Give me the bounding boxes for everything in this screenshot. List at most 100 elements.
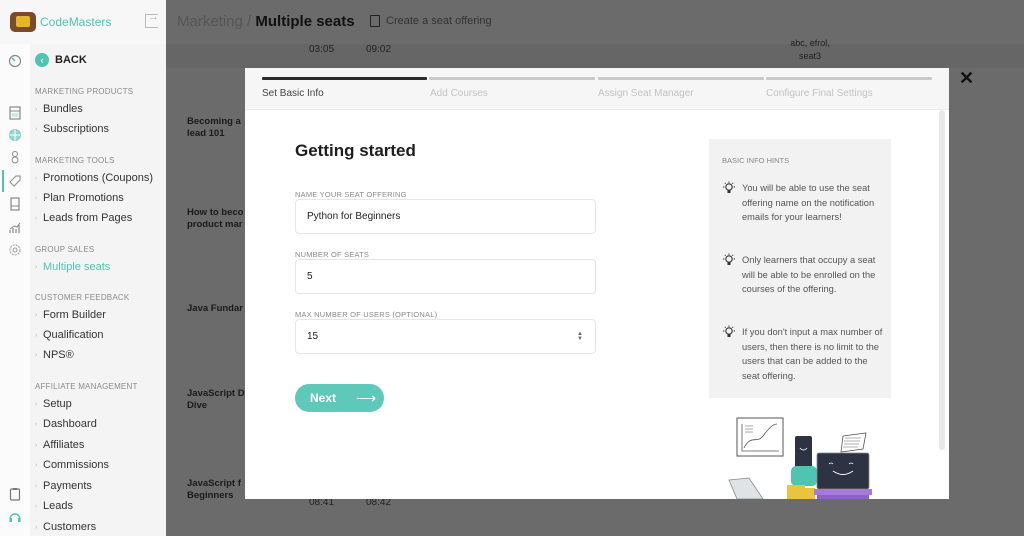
modal-scrollbar[interactable]	[939, 110, 946, 450]
bg-row-name: Java Fundar	[187, 303, 243, 314]
seat-offering-name-input[interactable]	[296, 200, 595, 233]
sidebar-item-affiliates[interactable]: › Affiliates	[35, 439, 84, 451]
bg-row-name: Dive	[187, 400, 208, 411]
brand-logo-icon	[10, 12, 36, 32]
sidebar-item-setup[interactable]: › Setup	[35, 398, 72, 410]
lightbulb-icon	[722, 181, 742, 225]
nav-label: Plan Promotions	[43, 192, 124, 204]
nav-label: Promotions (Coupons)	[43, 172, 154, 184]
create-seat-offering-link[interactable]: Create a seat offering	[370, 15, 492, 27]
lightbulb-icon	[722, 325, 742, 383]
seat-offering-name-field[interactable]	[295, 199, 596, 234]
nav-label: Commissions	[43, 459, 110, 471]
calculator-icon[interactable]	[8, 106, 22, 120]
name-field-label: NAME YOUR SEAT OFFERING	[295, 190, 407, 199]
hint-item: Only learners that occupy a seat will be…	[722, 253, 887, 297]
sidebar-item-payments[interactable]: › Payments	[35, 480, 92, 492]
lightbulb-icon	[722, 253, 742, 297]
scrollbar-thumb[interactable]	[939, 110, 945, 450]
sidebar-item-customers[interactable]: › Customers	[35, 521, 96, 533]
back-button[interactable]: ‹ BACK	[35, 53, 87, 67]
bg-row-name: lead 101	[187, 128, 225, 139]
icon-rail	[0, 0, 30, 536]
bg-row-name: product mar	[187, 219, 243, 230]
create-link-label: Create a seat offering	[386, 15, 492, 27]
bg-note: abc, efrol,	[790, 38, 830, 48]
sidebar-item-qualification[interactable]: › Qualification	[35, 329, 104, 341]
sidebar-item-bundles[interactable]: › Bundles	[35, 103, 83, 115]
bg-note: seat3	[798, 51, 822, 61]
step-assign-seat-manager[interactable]: Assign Seat Manager	[598, 77, 764, 99]
logout-icon[interactable]	[145, 11, 159, 28]
sidebar-item-nps[interactable]: › NPS®	[35, 349, 74, 361]
sidebar-item-dashboard[interactable]: › Dashboard	[35, 418, 97, 430]
globe-icon[interactable]	[8, 128, 22, 142]
bg-row-name: How to beco	[187, 207, 244, 218]
bg-row-name: JavaScript D	[187, 388, 245, 399]
step-set-basic-info[interactable]: Set Basic Info	[262, 77, 427, 99]
nav-label: Bundles	[43, 103, 83, 115]
bullet-icon: ›	[35, 331, 38, 339]
nav-label: Payments	[43, 480, 92, 492]
hints-title: BASIC INFO HINTS	[722, 156, 790, 165]
sidebar-item-multiple-seats[interactable]: › Multiple seats	[35, 261, 110, 273]
nav-label: Setup	[43, 398, 72, 410]
tablet-icon[interactable]	[8, 197, 22, 211]
table-header-strip	[166, 44, 1024, 68]
step-configure-final-settings[interactable]: Configure Final Settings	[766, 77, 932, 99]
nav-label: Subscriptions	[43, 123, 110, 135]
clipboard-icon[interactable]	[8, 487, 22, 501]
sidebar-item-form-builder[interactable]: › Form Builder	[35, 309, 106, 321]
gear-icon[interactable]	[8, 243, 22, 257]
hints-panel: BASIC INFO HINTS You will be able to use…	[709, 139, 891, 398]
number-of-seats-field[interactable]	[295, 259, 596, 294]
sidebar-item-subscriptions[interactable]: › Subscriptions	[35, 123, 109, 135]
number-of-seats-input[interactable]	[296, 260, 595, 293]
hint-item: You will be able to use the seat offerin…	[722, 181, 887, 225]
sidebar-item-leads-from-pages[interactable]: › Leads from Pages	[35, 212, 132, 224]
bullet-icon: ›	[35, 441, 38, 449]
bullet-icon: ›	[35, 400, 38, 408]
bullet-icon: ›	[35, 125, 38, 133]
tag-icon[interactable]	[8, 174, 22, 188]
hint-text: Only learners that occupy a seat will be…	[742, 255, 876, 294]
bullet-icon: ›	[35, 174, 38, 182]
back-label: BACK	[55, 54, 87, 66]
nav-label: Dashboard	[43, 418, 97, 430]
bg-row-name: Beginners	[187, 490, 234, 501]
user-icon[interactable]	[8, 150, 22, 164]
max-users-field-label: MAX NUMBER OF USERS (OPTIONAL)	[295, 310, 438, 319]
nav-label: Leads from Pages	[43, 212, 133, 224]
create-offering-icon	[370, 15, 380, 27]
section-title-affiliate-management: AFFILIATE MANAGEMENT	[35, 382, 138, 391]
sidebar-item-plan-promotions[interactable]: › Plan Promotions	[35, 192, 124, 204]
sidebar-item-leads[interactable]: › Leads	[35, 500, 73, 512]
sidebar-item-promotions[interactable]: › Promotions (Coupons)	[35, 172, 153, 184]
number-stepper[interactable]: ▲ ▼	[577, 331, 583, 342]
step-progress-bar	[766, 77, 932, 80]
brand-name: CodeMasters	[40, 15, 112, 29]
max-users-input[interactable]	[296, 320, 595, 353]
close-modal-button[interactable]: ✕	[959, 68, 974, 88]
step-progress-bar	[262, 77, 427, 80]
bullet-icon: ›	[35, 214, 38, 222]
analytics-icon[interactable]	[8, 221, 22, 235]
breadcrumb-parent[interactable]: Marketing	[177, 13, 243, 30]
sidebar-item-commissions[interactable]: › Commissions	[35, 459, 109, 471]
rail-active-indicator	[2, 170, 4, 192]
history-icon[interactable]	[8, 54, 22, 68]
step-add-courses[interactable]: Add Courses	[429, 77, 595, 99]
bullet-icon: ›	[35, 194, 38, 202]
bg-table-row: JavaScript D Dive	[187, 388, 245, 412]
arrow-right-icon: ⟶	[356, 389, 377, 406]
breadcrumb-current: Multiple seats	[255, 13, 355, 30]
bullet-icon: ›	[35, 523, 38, 531]
section-title-group-sales: GROUP SALES	[35, 245, 95, 254]
headset-icon[interactable]	[8, 511, 22, 525]
nav-label: Form Builder	[43, 309, 106, 321]
next-button[interactable]: Next ⟶	[295, 384, 384, 412]
max-users-field[interactable]: ▲▼	[295, 319, 596, 354]
hint-item: If you don't input a max number of users…	[722, 325, 887, 383]
bullet-icon: ›	[35, 311, 38, 319]
nav-label: Affiliates	[43, 439, 85, 451]
